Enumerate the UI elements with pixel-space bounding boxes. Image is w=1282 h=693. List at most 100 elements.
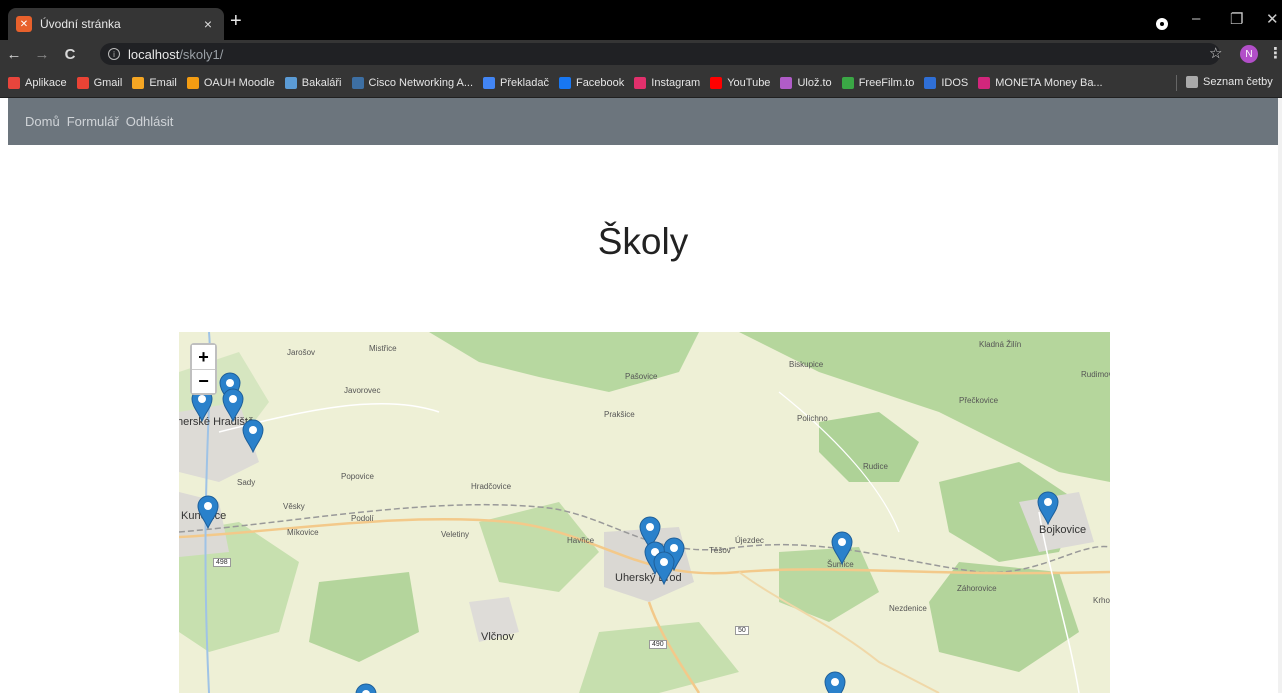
bookmark-item[interactable]: MONETA Money Ba...	[978, 76, 1103, 89]
bookmark-label: Aplikace	[25, 76, 67, 89]
place-label: Podolí	[351, 514, 374, 523]
bookmark-favicon-icon	[284, 76, 297, 89]
road-number: 490	[649, 640, 667, 649]
bookmark-favicon-icon	[634, 76, 647, 89]
place-label: Havřice	[567, 536, 595, 545]
place-label: Polichno	[797, 414, 828, 423]
bookmark-favicon-icon	[8, 76, 20, 89]
place-label: Prakšice	[604, 410, 635, 419]
xampp-favicon-icon: ✕	[16, 16, 32, 32]
map-zoom-control: + −	[190, 343, 217, 395]
place-label: Rudice	[863, 462, 888, 471]
school-marker-icon[interactable]	[653, 551, 675, 585]
page-content: Domů Formulář Odhlásit Školy + − herské …	[8, 98, 1278, 693]
school-marker-icon[interactable]	[197, 495, 219, 529]
bookmark-label: IDOS	[941, 76, 969, 89]
restore-button[interactable]: ❐	[1230, 10, 1243, 28]
school-marker-icon[interactable]	[242, 419, 264, 453]
bookmark-label: OAUH Moodle	[203, 76, 275, 89]
place-label: Věsky	[283, 502, 305, 511]
bookmark-item[interactable]: FreeFilm.to	[841, 76, 915, 89]
schools-map[interactable]: + − herské Hradiště Kunovice Uherský Bro…	[179, 332, 1110, 693]
bookmark-favicon-icon	[924, 76, 937, 89]
nav-link-logout[interactable]: Odhlásit	[126, 114, 174, 129]
place-label: Těšov	[709, 546, 731, 555]
zoom-in-button[interactable]: +	[192, 345, 215, 369]
back-button[interactable]: ←	[0, 46, 28, 63]
bookmark-item[interactable]: Ulož.to	[780, 76, 832, 89]
reading-list-icon	[1186, 76, 1198, 88]
bookmarks-bar: Aplikace Gmail Email OAUH Moodle Bakaláři Cis…	[0, 68, 1282, 98]
place-label: Biskupice	[789, 360, 824, 369]
place-label: Újezdec	[735, 536, 764, 545]
school-marker-icon[interactable]	[1037, 491, 1059, 525]
browser-tab[interactable]: ✕ Úvodní stránka ×	[8, 8, 224, 40]
address-bar[interactable]: i localhost /skoly1/	[100, 43, 1220, 65]
bookmark-favicon-icon	[351, 76, 364, 89]
reload-button[interactable]: C	[56, 46, 84, 63]
school-marker-icon[interactable]	[824, 671, 846, 693]
zoom-out-button[interactable]: −	[192, 369, 215, 393]
bookmark-star-icon[interactable]: ☆	[1209, 44, 1222, 62]
page-scrollbar[interactable]	[1278, 98, 1282, 693]
minimize-button[interactable]: –	[1192, 10, 1200, 27]
place-label: Míkovice	[287, 528, 319, 537]
bookmark-label: MONETA Money Ba...	[995, 76, 1103, 89]
bookmark-item[interactable]: Instagram	[634, 76, 701, 89]
url-host: localhost	[128, 46, 180, 62]
place-label: Popovice	[341, 472, 374, 481]
map-tiles	[179, 332, 1110, 693]
road-number: 498	[213, 558, 231, 567]
place-label: Hradčovice	[471, 482, 512, 491]
window-close-button[interactable]: ✕	[1266, 10, 1279, 28]
reading-list-button[interactable]: Seznam četby	[1186, 76, 1273, 88]
bookmark-item[interactable]: YouTube	[710, 76, 770, 89]
reading-list-label: Seznam četby	[1203, 76, 1273, 88]
place-label: Vlčnov	[481, 631, 515, 643]
place-label: Mistřice	[369, 344, 397, 353]
profile-avatar[interactable]: N	[1240, 45, 1258, 63]
bookmark-item[interactable]: OAUH Moodle	[186, 76, 275, 89]
bookmark-item[interactable]: Aplikace	[8, 76, 67, 89]
bookmark-item[interactable]: Bakaláři	[284, 76, 342, 89]
bookmark-label: Překladač	[500, 76, 549, 89]
bookmark-item[interactable]: Cisco Networking A...	[351, 76, 474, 89]
school-marker-icon[interactable]	[355, 683, 377, 693]
bookmark-item[interactable]: Email	[132, 76, 177, 89]
bookmark-favicon-icon	[780, 76, 793, 89]
bookmark-label: Gmail	[93, 76, 123, 89]
bookmark-favicon-icon	[978, 76, 991, 89]
forward-button[interactable]: →	[28, 46, 56, 63]
tab-close-icon[interactable]: ×	[200, 16, 216, 32]
bookmark-favicon-icon	[132, 76, 145, 89]
bookmark-item[interactable]: Překladač	[483, 76, 549, 89]
tab-title: Úvodní stránka	[40, 17, 121, 31]
school-marker-icon[interactable]	[831, 531, 853, 565]
recording-icon[interactable]	[1156, 18, 1168, 30]
new-tab-button[interactable]: +	[230, 11, 242, 31]
place-label: Sady	[237, 478, 256, 487]
bookmark-item[interactable]: Gmail	[76, 76, 123, 89]
place-label: Nezdenice	[889, 604, 927, 613]
school-marker-icon[interactable]	[222, 388, 244, 422]
site-navbar: Domů Formulář Odhlásit	[8, 98, 1278, 145]
place-label: Bojkovice	[1039, 524, 1087, 536]
nav-link-home[interactable]: Domů	[25, 114, 60, 129]
bookmarks-divider	[1176, 75, 1177, 91]
browser-toolbar: ← → C i localhost /skoly1/	[0, 40, 1282, 68]
bookmark-label: Instagram	[651, 76, 701, 89]
bookmark-item[interactable]: Facebook	[558, 76, 624, 89]
browser-menu-icon[interactable]: ⋮	[1268, 44, 1282, 62]
place-label: Pašovice	[625, 372, 658, 381]
site-info-icon[interactable]: i	[108, 48, 120, 60]
bookmark-label: FreeFilm.to	[858, 76, 915, 89]
place-label: Přečkovice	[959, 396, 999, 405]
bookmark-label: Cisco Networking A...	[368, 76, 474, 89]
place-label: Záhorovice	[957, 584, 997, 593]
road-number: 50	[735, 626, 749, 635]
bookmark-favicon-icon	[558, 76, 571, 89]
bookmark-label: Bakaláři	[301, 76, 342, 89]
place-label: Kladná Žilín	[979, 340, 1022, 349]
bookmark-item[interactable]: IDOS	[924, 76, 969, 89]
nav-link-form[interactable]: Formulář	[67, 114, 119, 129]
